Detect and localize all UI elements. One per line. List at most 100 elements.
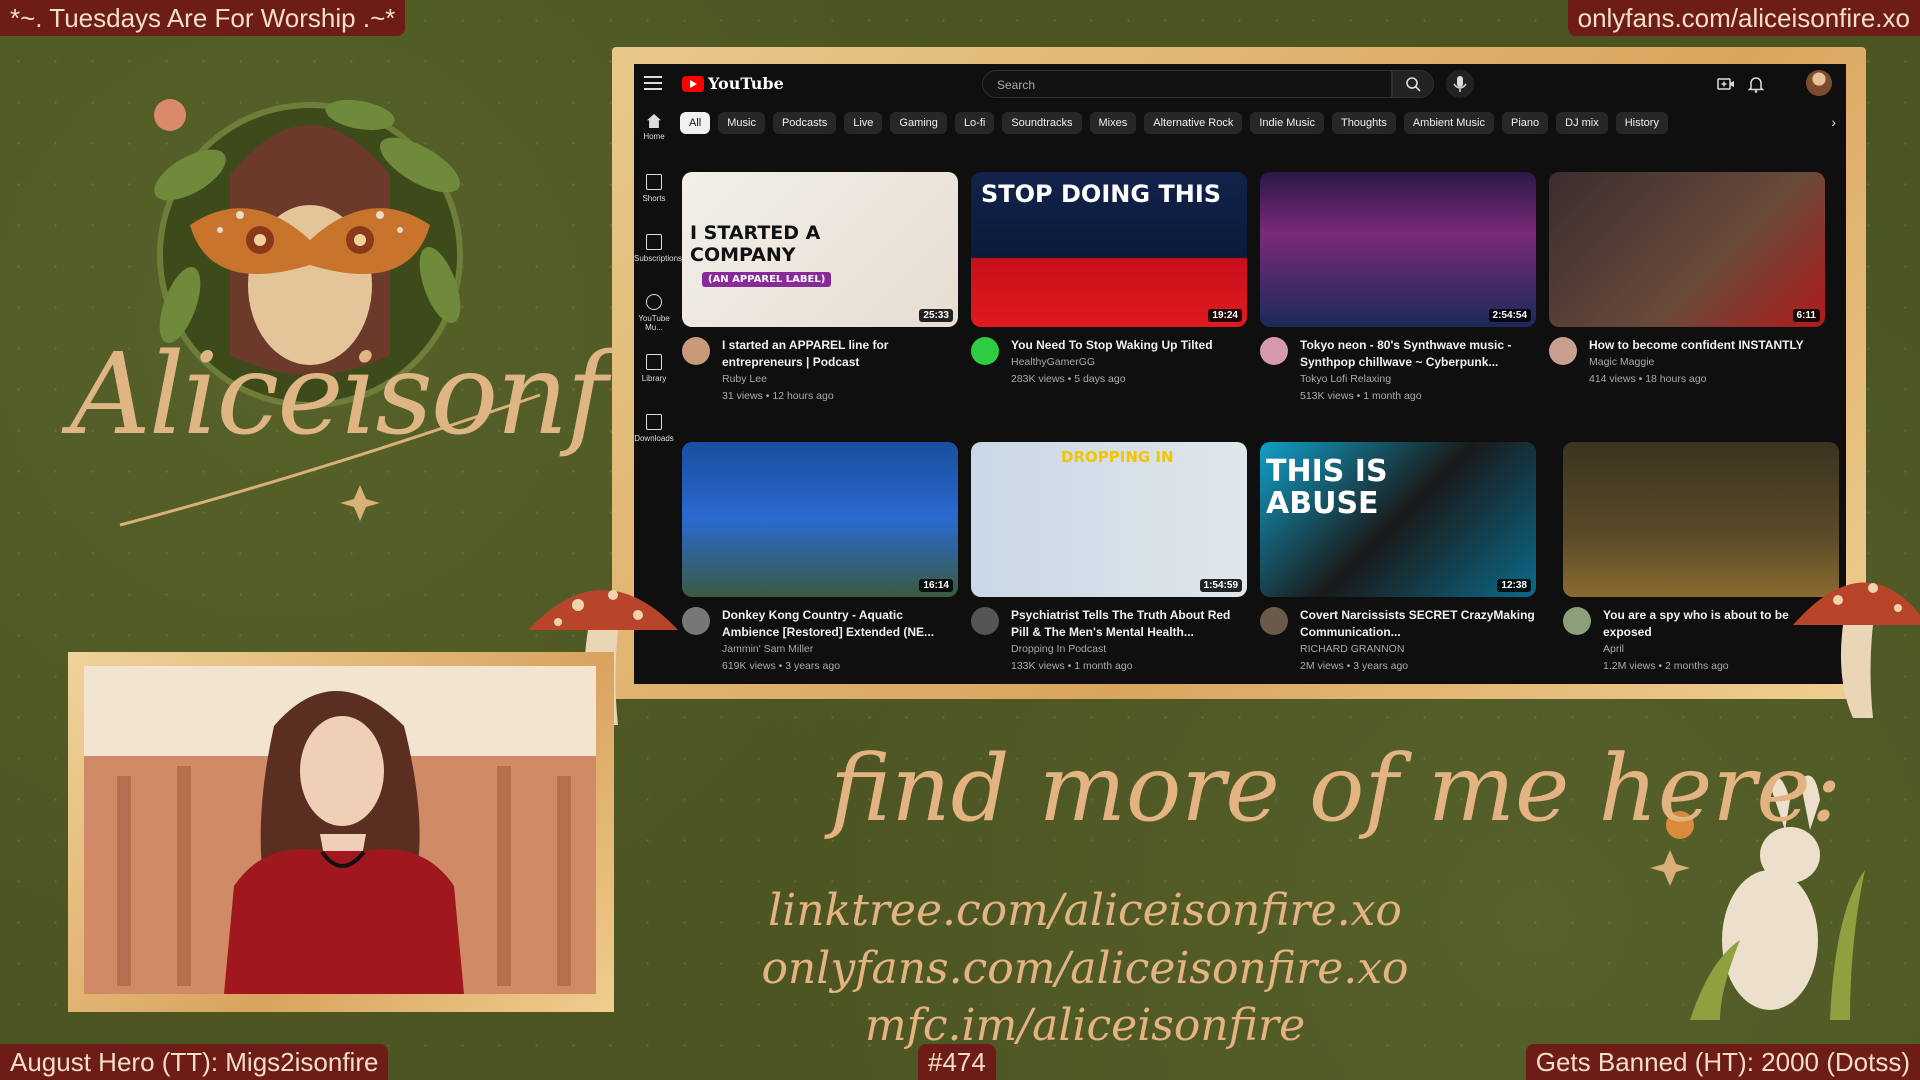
sidebar-item-label: Library xyxy=(641,374,667,383)
sidebar-item-downloads[interactable]: Downloads xyxy=(634,406,674,466)
sidebar-item-home[interactable]: Home xyxy=(634,106,674,166)
video-stats: 283K views • 5 days ago xyxy=(1011,373,1126,385)
youtube-play-icon xyxy=(682,75,704,92)
chip-music[interactable]: Music xyxy=(718,112,765,134)
chip-podcasts[interactable]: Podcasts xyxy=(772,112,837,134)
youtube-logo[interactable]: YouTube xyxy=(682,74,784,93)
video-duration: 16:14 xyxy=(919,579,953,592)
video-thumbnail[interactable]: DROPPING IN 1:54:59 xyxy=(971,442,1247,597)
channel-avatar[interactable] xyxy=(1260,607,1288,635)
channel-avatar[interactable] xyxy=(682,337,710,365)
video-stats: 2M views • 3 years ago xyxy=(1300,660,1409,672)
linktree-link: linktree.com/aliceisonfire.xo xyxy=(768,885,1402,936)
channel-avatar[interactable] xyxy=(1260,337,1288,365)
video-title[interactable]: Tokyo neon - 80's Synthwave music - Synt… xyxy=(1300,337,1536,371)
video-meta: Tokyo neon - 80's Synthwave music - Synt… xyxy=(1260,337,1536,405)
chevron-right-icon[interactable]: › xyxy=(1831,114,1836,130)
mic-icon xyxy=(1453,76,1467,92)
notifications-icon[interactable] xyxy=(1746,74,1766,94)
video-thumbnail[interactable]: THIS IS ABUSE 12:38 xyxy=(1260,442,1536,597)
video-meta: How to become confident INSTANTLY Magic M… xyxy=(1549,337,1825,388)
youtube-music-icon xyxy=(646,294,662,310)
channel-avatar[interactable] xyxy=(1549,337,1577,365)
channel-name[interactable]: Dropping In Podcast xyxy=(1011,641,1247,658)
video-thumbnail[interactable]: STOP DOING THIS 19:24 xyxy=(971,172,1247,327)
chip-dj-mix[interactable]: DJ mix xyxy=(1556,112,1608,134)
video-title[interactable]: Donkey Kong Country - Aquatic Ambience [… xyxy=(722,607,958,641)
thumbnail-text: DROPPING IN xyxy=(1061,448,1174,466)
video-card[interactable]: 16:14 Donkey Kong Country - Aquatic Ambie… xyxy=(682,442,958,675)
onlyfans-link: onlyfans.com/aliceisonfire.xo xyxy=(761,943,1409,994)
video-title[interactable]: How to become confident INSTANTLY xyxy=(1589,337,1825,354)
create-video-icon[interactable] xyxy=(1716,74,1736,94)
channel-avatar[interactable] xyxy=(971,607,999,635)
video-duration: 19:24 xyxy=(1208,309,1242,322)
video-card[interactable]: I STARTED A COMPANY (AN APPAREL LABEL) 25:… xyxy=(682,172,958,405)
youtube-header: YouTube Search xyxy=(634,64,1846,104)
video-thumbnail[interactable]: I STARTED A COMPANY (AN APPAREL LABEL) 25:… xyxy=(682,172,958,327)
channel-name[interactable]: Ruby Lee xyxy=(722,371,958,388)
video-title[interactable]: I started an APPAREL line for entreprene… xyxy=(722,337,958,371)
video-duration: 25:33 xyxy=(919,309,953,322)
channel-name[interactable]: Jammin' Sam Miller xyxy=(722,641,958,658)
video-title[interactable]: You Need To Stop Waking Up Tilted xyxy=(1011,337,1247,354)
video-duration: 6:11 xyxy=(1792,309,1820,322)
mushroom-right xyxy=(1793,582,1920,718)
video-card[interactable]: 2:54:54 Tokyo neon - 80's Synthwave music… xyxy=(1260,172,1536,405)
chip-piano[interactable]: Piano xyxy=(1501,112,1549,134)
stream-number-tag: #474 xyxy=(918,1044,996,1080)
search-input[interactable]: Search xyxy=(982,70,1392,98)
sidebar-item-subscriptions[interactable]: Subscriptions xyxy=(634,226,683,286)
menu-icon[interactable] xyxy=(644,76,662,90)
chip-all[interactable]: All xyxy=(680,112,711,134)
thumbnail-text: THIS IS ABUSE xyxy=(1266,454,1388,521)
channel-avatar[interactable] xyxy=(971,337,999,365)
video-title[interactable]: Covert Narcissists SECRET CrazyMaking Co… xyxy=(1300,607,1536,641)
channel-name[interactable]: RICHARD GRANNON xyxy=(1300,641,1536,658)
video-thumbnail[interactable]: 6:11 xyxy=(1549,172,1825,327)
sidebar-item-label: YouTube Mu... xyxy=(638,314,670,332)
chip-ambient-music[interactable]: Ambient Music xyxy=(1403,112,1494,134)
video-card[interactable]: THIS IS ABUSE 12:38 Covert Narcissists SEC… xyxy=(1260,442,1536,675)
chip-alternative-rock[interactable]: Alternative Rock xyxy=(1144,112,1243,134)
chip-thoughts[interactable]: Thoughts xyxy=(1331,112,1396,134)
sidebar-item-library[interactable]: Library xyxy=(634,346,674,406)
thumbnail-text: I STARTED A COMPANY xyxy=(690,222,821,266)
home-icon xyxy=(647,114,661,128)
chip-gaming[interactable]: Gaming xyxy=(890,112,947,134)
video-meta: You Need To Stop Waking Up Tilted Healthy… xyxy=(971,337,1247,388)
find-more-title: find more of me here: xyxy=(830,735,1842,842)
sidebar-item-shorts[interactable]: Shorts xyxy=(634,166,674,226)
moth-woman-illustration xyxy=(119,99,541,527)
video-duration: 1:54:59 xyxy=(1199,579,1242,592)
channel-name[interactable]: Magic Maggie xyxy=(1589,354,1825,371)
video-stats: 513K views • 1 month ago xyxy=(1300,390,1422,402)
video-thumbnail[interactable]: 2:54:54 xyxy=(1260,172,1536,327)
sidebar-item-label: Subscriptions xyxy=(634,254,683,263)
voice-search-button[interactable] xyxy=(1446,70,1474,98)
sidebar-item-youtube-mu[interactable]: YouTube Mu... xyxy=(634,286,674,346)
shorts-icon xyxy=(646,174,662,190)
video-card[interactable]: STOP DOING THIS 19:24 You Need To Stop Wak… xyxy=(971,172,1247,388)
chip-mixes[interactable]: Mixes xyxy=(1089,112,1137,134)
video-card[interactable]: DROPPING IN 1:54:59 Psychiatrist Tells The… xyxy=(971,442,1247,675)
chip-indie-music[interactable]: Indie Music xyxy=(1250,112,1324,134)
sidebar: Home Shorts Subscriptions YouTube Mu... Libr… xyxy=(634,106,683,466)
channel-avatar[interactable] xyxy=(1563,607,1591,635)
video-card[interactable]: 6:11 How to become confident INSTANTLY Mag… xyxy=(1549,172,1825,388)
thumbnail-text: STOP DOING THIS xyxy=(981,180,1222,208)
chip-soundtracks[interactable]: Soundtracks xyxy=(1002,112,1082,134)
search-icon xyxy=(1406,77,1421,92)
filter-chips: All Music Podcasts Live Gaming Lo-fi Soundtrac… xyxy=(680,110,1826,136)
video-title[interactable]: Psychiatrist Tells The Truth About Red P… xyxy=(1011,607,1247,641)
search-button[interactable] xyxy=(1392,70,1434,98)
channel-name[interactable]: Tokyo Lofi Relaxing xyxy=(1300,371,1536,388)
chip-history[interactable]: History xyxy=(1615,112,1668,134)
chip-lo-fi[interactable]: Lo-fi xyxy=(954,112,995,134)
subscriptions-icon xyxy=(646,234,662,250)
channel-name[interactable]: HealthyGamerGG xyxy=(1011,354,1247,371)
chip-live[interactable]: Live xyxy=(844,112,883,134)
account-avatar[interactable] xyxy=(1806,70,1832,96)
video-thumbnail[interactable]: 16:14 xyxy=(682,442,958,597)
video-stats: 133K views • 1 month ago xyxy=(1011,660,1133,672)
